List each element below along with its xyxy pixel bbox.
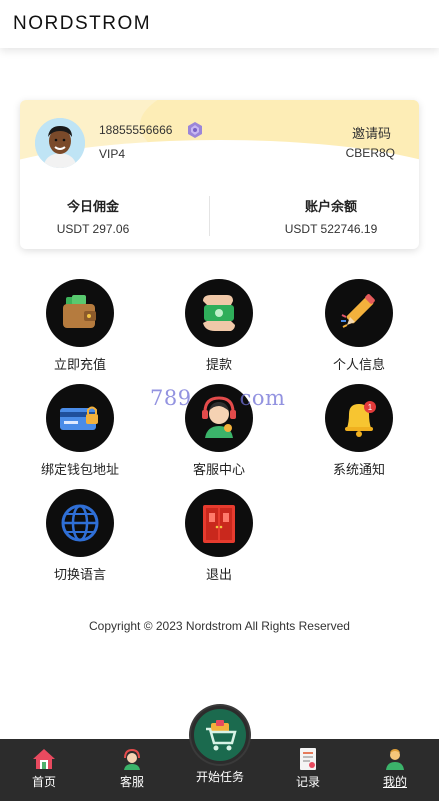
watermark: 789 com xyxy=(150,386,286,410)
commission-stat: 今日佣金 USDT 297.06 xyxy=(20,196,183,236)
wallet-icon xyxy=(46,279,114,347)
start-task-button[interactable] xyxy=(191,706,249,764)
user-icon xyxy=(383,747,407,771)
user-phone: 18855556666 xyxy=(99,123,173,137)
balance-label: 账户余额 xyxy=(304,199,357,214)
brand-logo[interactable]: NORDSTROM xyxy=(13,13,151,35)
svg-text:1: 1 xyxy=(368,403,373,412)
door-icon xyxy=(185,489,253,557)
vip-gem-icon xyxy=(186,121,204,139)
start-task-label: 开始任务 xyxy=(195,770,244,784)
invite-code-value[interactable]: CBER8Q xyxy=(346,146,395,160)
headset-icon xyxy=(120,747,144,771)
bell-icon: 1 xyxy=(325,384,393,452)
cash-hand-icon xyxy=(185,279,253,347)
nav-home[interactable]: 首页 xyxy=(4,739,84,801)
vip-level: VIP4 xyxy=(99,147,126,161)
nav-service[interactable]: 客服 xyxy=(92,739,172,801)
balance-stat: 账户余额 USDT 522746.19 xyxy=(241,196,419,236)
menu-recharge[interactable]: 立即充值 xyxy=(25,279,135,373)
balance-value: USDT 522746.19 xyxy=(284,222,378,236)
invite-code-label: 邀请码 xyxy=(351,126,391,141)
menu-language[interactable]: 切换语言 xyxy=(25,489,135,583)
menu-bind-wallet[interactable]: 绑定钱包地址 xyxy=(25,384,135,478)
pencil-icon xyxy=(325,279,393,347)
avatar[interactable] xyxy=(35,118,85,168)
stat-divider xyxy=(209,196,210,236)
menu-logout[interactable]: 退出 xyxy=(164,489,274,583)
commission-value: USDT 297.06 xyxy=(56,222,130,236)
shopping-cart-icon xyxy=(206,720,237,751)
page: NORDSTROM 18855556666 VIP4 邀请码 CBER8Q 今日… xyxy=(0,0,439,801)
nav-records[interactable]: 记录 xyxy=(268,739,348,801)
top-header: NORDSTROM xyxy=(0,0,439,48)
home-icon xyxy=(32,747,56,771)
card-lock-icon xyxy=(46,384,114,452)
copyright-text: Copyright © 2023 Nordstrom All Rights Re… xyxy=(89,619,350,633)
menu-withdraw[interactable]: 提款 xyxy=(164,279,274,373)
document-icon xyxy=(296,747,320,771)
nav-mine[interactable]: 我的 xyxy=(355,739,435,801)
menu-profile[interactable]: 个人信息 xyxy=(304,279,414,373)
commission-label: 今日佣金 xyxy=(66,199,119,214)
menu-notifications[interactable]: 1 系统通知 xyxy=(304,384,414,478)
globe-icon xyxy=(46,489,114,557)
profile-card: 18855556666 VIP4 邀请码 CBER8Q 今日佣金 USDT 29… xyxy=(20,100,419,249)
